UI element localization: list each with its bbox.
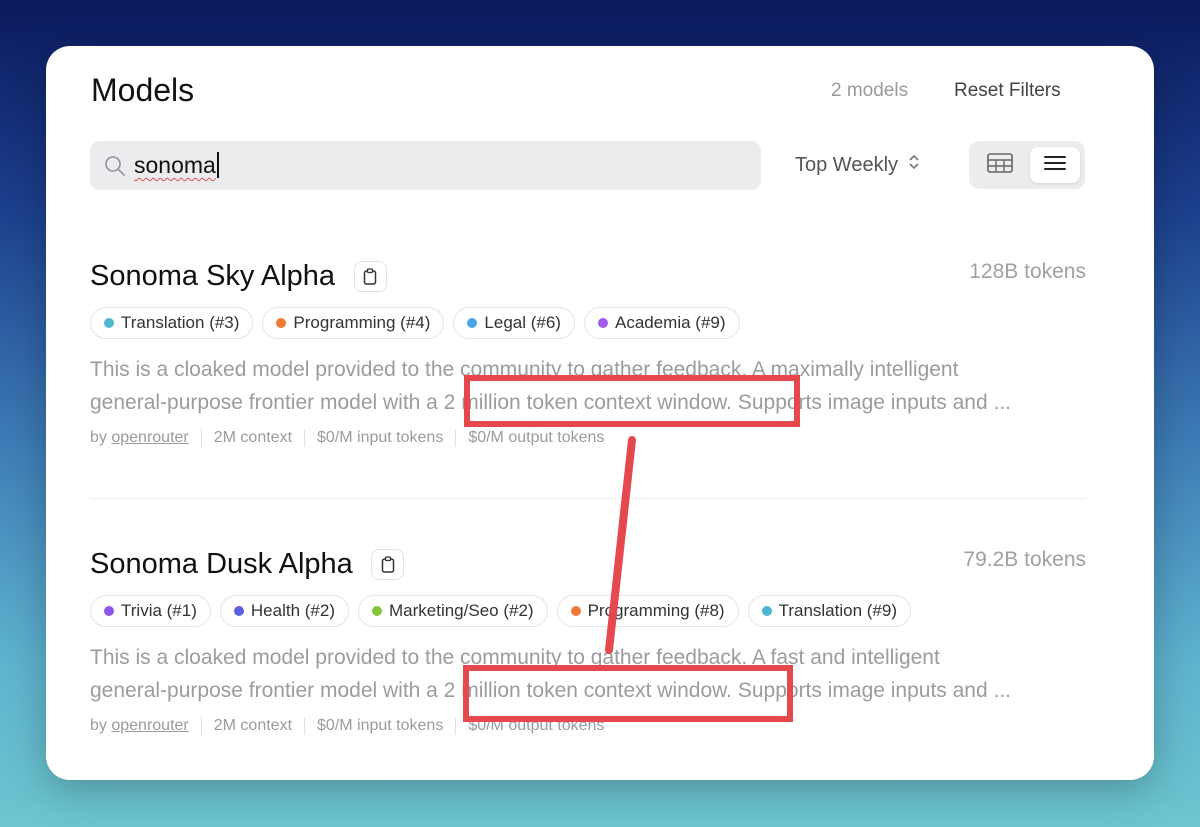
view-toggle: [969, 141, 1085, 189]
category-tag[interactable]: Translation (#3): [90, 307, 254, 339]
tag-dot: [570, 606, 581, 616]
table-view-button[interactable]: [975, 147, 1025, 183]
copy-button[interactable]: [353, 261, 387, 292]
tag-dot: [104, 318, 114, 328]
clipboard-icon: [381, 556, 394, 573]
author-link[interactable]: openrouter: [111, 717, 188, 735]
highlight-box: [464, 375, 800, 427]
category-tag[interactable]: Marketing/Seo (#2): [358, 595, 548, 627]
copy-button[interactable]: [371, 549, 405, 580]
category-tags: Translation (#3) Programming (#4) Legal …: [90, 307, 1086, 339]
text-caret: [216, 152, 219, 178]
search-icon: [104, 155, 126, 182]
table-icon: [987, 152, 1013, 178]
category-tag[interactable]: Health (#2): [219, 595, 349, 627]
tag-dot: [233, 606, 244, 616]
output-price: $0/M output tokens: [468, 429, 605, 446]
category-tag[interactable]: Academia (#9): [583, 307, 740, 339]
category-tag[interactable]: Programming (#4): [262, 307, 445, 339]
input-price: $0/M input tokens: [317, 717, 444, 734]
list-view-button[interactable]: [1030, 147, 1080, 183]
chevron-updown-icon: [908, 153, 920, 177]
author-link[interactable]: openrouter: [111, 429, 188, 447]
context-size: 2M context: [213, 429, 293, 446]
model-name[interactable]: Sonoma Dusk Alpha: [90, 548, 353, 581]
category-tag[interactable]: Legal (#6): [453, 307, 575, 339]
tag-dot: [276, 318, 287, 328]
category-tag[interactable]: Programming (#8): [556, 595, 739, 627]
search-input[interactable]: sonoma: [90, 141, 761, 190]
model-name[interactable]: Sonoma Sky Alpha: [90, 260, 335, 293]
model-meta: by openrouter 2M context $0/M input toke…: [90, 429, 605, 447]
tag-dot: [761, 606, 772, 616]
search-query[interactable]: sonoma: [134, 152, 219, 179]
category-tag[interactable]: Translation (#9): [747, 595, 911, 627]
clipboard-icon: [363, 268, 377, 285]
sort-label: Top Weekly: [795, 153, 899, 176]
tag-dot: [597, 318, 608, 328]
tag-dot: [104, 606, 114, 616]
category-tags: Trivia (#1) Health (#2) Marketing/Seo (#…: [90, 595, 1086, 627]
category-tag[interactable]: Trivia (#1): [90, 595, 211, 627]
highlight-box: [463, 665, 793, 722]
list-icon: [1044, 155, 1066, 176]
input-price: $0/M input tokens: [317, 429, 444, 446]
page-title: Models: [91, 72, 195, 108]
divider: [90, 498, 1086, 499]
token-count: 79.2B tokens: [963, 548, 1086, 571]
scroll-fade: [46, 740, 1154, 780]
model-count: 2 models: [831, 80, 909, 101]
token-count: 128B tokens: [969, 260, 1086, 283]
tag-dot: [467, 318, 478, 328]
tag-dot: [372, 606, 382, 616]
context-size: 2M context: [213, 717, 293, 734]
sort-select[interactable]: Top Weekly: [795, 153, 920, 177]
reset-filters-button[interactable]: Reset Filters: [954, 80, 1061, 102]
